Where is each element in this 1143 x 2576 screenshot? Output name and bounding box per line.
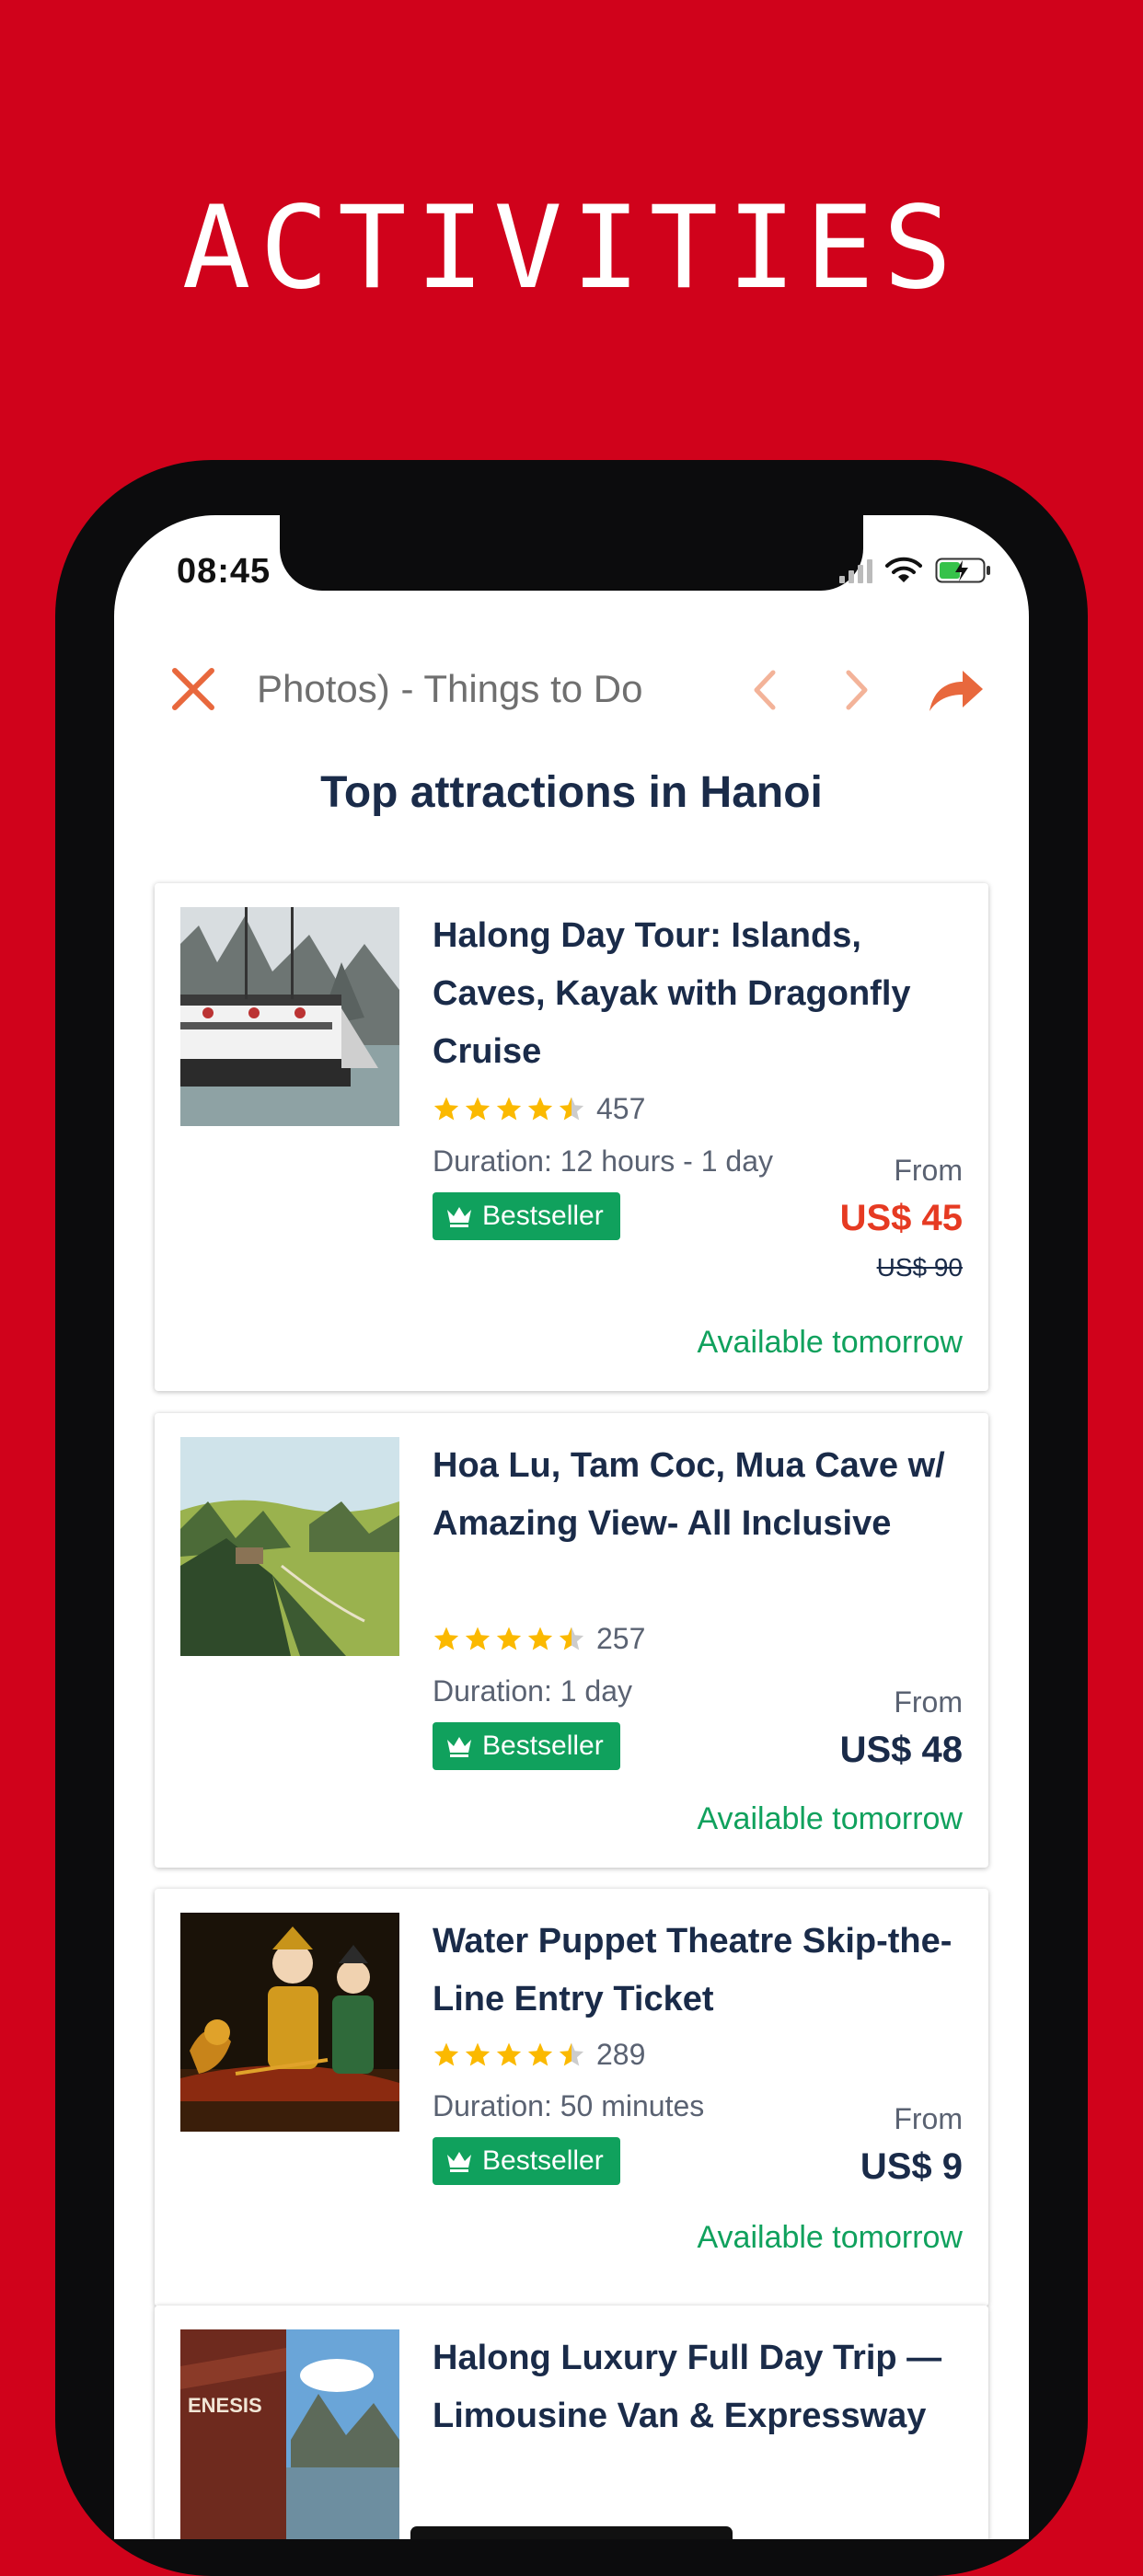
availability: Available tomorrow [697,2220,963,2255]
review-count: 457 [596,1091,646,1125]
home-indicator [410,2526,733,2539]
star-icon [527,2042,553,2066]
activity-image [180,907,399,1126]
chevron-right-icon[interactable] [834,665,880,715]
activity-card[interactable]: Halong Day Tour: Islands, Caves, Kayak w… [155,883,988,1391]
from-label: From [894,1154,963,1187]
price: US$ 9 [860,2146,963,2187]
activity-title[interactable]: Water Puppet Theatre Skip-the-Line Entry… [433,1913,966,2029]
activity-image [180,1913,399,2132]
star-icon [527,1097,553,1121]
activity-image: ENESIS [180,2329,399,2539]
svg-text:ENESIS: ENESIS [188,2394,262,2417]
page-heading: Top attractions in Hanoi [320,768,823,817]
url-title: h Photos) - Things to Do [252,667,643,710]
price: US$ 48 [839,1730,963,1770]
activity-card[interactable]: Water Puppet Theatre Skip-the-Line Entry… [155,1889,988,2306]
duration: Duration: 1 day [433,1674,633,1708]
from-label: From [894,1685,963,1719]
battery-icon [935,557,992,584]
half-star-icon [559,2042,584,2066]
share-icon[interactable] [924,661,988,719]
crown-icon [447,1737,471,1757]
price: US$ 45 [839,1198,963,1238]
half-star-icon [559,1627,584,1650]
close-icon[interactable] [167,663,219,715]
status-time: 08:45 [177,552,271,591]
review-count: 257 [596,1621,646,1655]
bestseller-badge: Bestseller [433,1722,620,1770]
phone-screen: 08:45 h Photos) - Things to Do Top attra… [114,515,1029,2539]
star-icon [433,1627,459,1650]
signal-icon [839,558,872,583]
banner-title: ACTIVITIES [181,182,962,315]
bestseller-badge: Bestseller [433,1192,620,1240]
status-icons [839,554,992,587]
star-icon [465,1097,491,1121]
star-icon [496,1097,522,1121]
star-icon [465,2042,491,2066]
star-icon [496,1627,522,1650]
activity-card[interactable]: ENESIS Halong Luxury Full Day Trip — Lim… [155,2306,988,2539]
duration: Duration: 50 minutes [433,2089,705,2122]
availability: Available tomorrow [697,1325,963,1360]
star-icon [433,1097,459,1121]
notch [280,515,863,591]
review-count: 289 [596,2037,646,2071]
star-icon [527,1627,553,1650]
rating: 289 [433,2036,645,2073]
activity-card[interactable]: Hoa Lu, Tam Coc, Mua Cave w/ Amazing Vie… [155,1413,988,1868]
from-label: From [894,2102,963,2135]
activity-image [180,1437,399,1656]
star-icon [496,2042,522,2066]
activity-title[interactable]: Halong Day Tour: Islands, Caves, Kayak w… [433,907,966,1081]
rating: 457 [433,1090,645,1127]
half-star-icon [559,1097,584,1121]
browser-toolbar: h Photos) - Things to Do [114,649,1029,731]
wifi-icon [885,557,922,584]
rating: 257 [433,1620,645,1657]
duration: Duration: 12 hours - 1 day [433,1144,773,1178]
star-icon [433,2042,459,2066]
activity-title[interactable]: Halong Luxury Full Day Trip — Limousine … [433,2329,966,2445]
star-icon [465,1627,491,1650]
availability: Available tomorrow [697,1801,963,1836]
crown-icon [447,1207,471,1227]
original-price: US$ 90 [876,1253,963,1282]
bestseller-badge: Bestseller [433,2137,620,2185]
chevron-left-icon[interactable] [742,665,788,715]
activity-title[interactable]: Hoa Lu, Tam Coc, Mua Cave w/ Amazing Vie… [433,1437,966,1553]
crown-icon [447,2152,471,2172]
